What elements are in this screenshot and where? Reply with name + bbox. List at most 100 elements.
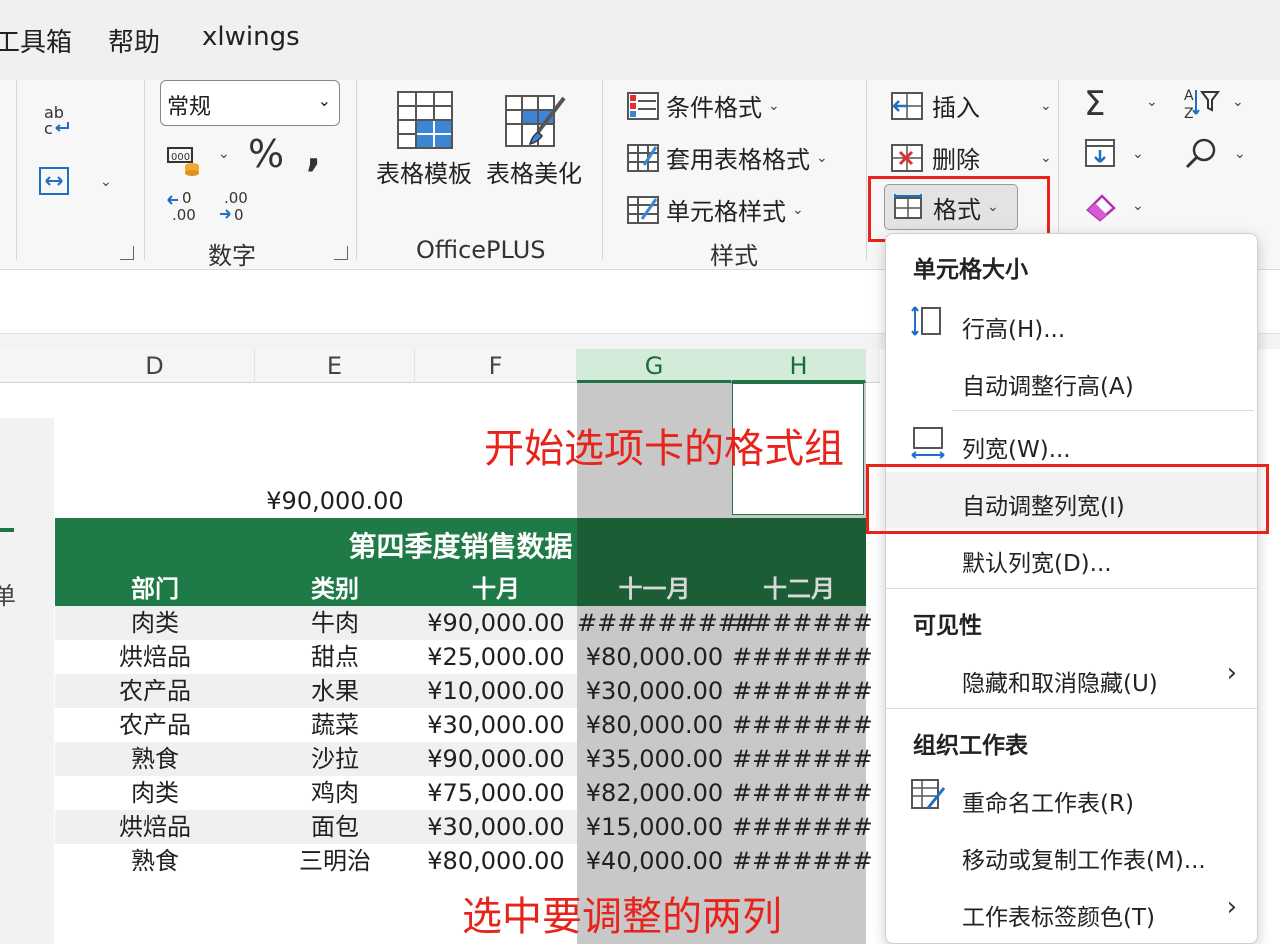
sort-filter-icon[interactable]: AZ bbox=[1182, 86, 1222, 124]
insert-button[interactable]: 插入 ⌄ bbox=[890, 88, 1052, 123]
chevron-down-icon[interactable]: ⌄ bbox=[1234, 146, 1246, 162]
cell-oct[interactable]: ¥30,000.00 bbox=[415, 810, 577, 844]
cell-nov[interactable]: ######### bbox=[577, 606, 758, 640]
cell-category[interactable]: 甜点 bbox=[255, 640, 415, 674]
cell-dec[interactable]: ####### bbox=[732, 776, 873, 810]
chevron-down-icon[interactable]: ⌄ bbox=[1146, 94, 1158, 110]
percent-icon[interactable]: % bbox=[248, 132, 284, 176]
clear-icon[interactable] bbox=[1084, 190, 1118, 226]
column-header-f[interactable]: F bbox=[415, 349, 577, 383]
cell-category[interactable]: 蔬菜 bbox=[255, 708, 415, 742]
group-label-styles: 样式 bbox=[710, 242, 758, 270]
sheet-title[interactable]: 第四季度销售数据 bbox=[55, 530, 866, 564]
cell-oct[interactable]: ¥90,000.00 bbox=[415, 606, 577, 640]
cell-dec[interactable]: ####### bbox=[732, 674, 873, 708]
chevron-down-icon[interactable]: ⌄ bbox=[1132, 198, 1144, 214]
cell-nov[interactable]: ¥82,000.00 bbox=[577, 776, 732, 810]
menu-item-tab-color[interactable]: 工作表标签颜色(T) bbox=[962, 898, 1155, 932]
cell-nov[interactable]: ¥80,000.00 bbox=[577, 640, 732, 674]
header-dept[interactable]: 部门 bbox=[55, 572, 255, 606]
menu-xlwings[interactable]: xlwings bbox=[202, 22, 300, 52]
menu-toolbox[interactable]: 工具箱 bbox=[0, 22, 72, 59]
menu-item-column-width[interactable]: 列宽(W)... bbox=[962, 430, 1071, 464]
merge-center-icon[interactable] bbox=[38, 166, 72, 200]
row-height-icon bbox=[910, 304, 944, 342]
cell-nov[interactable]: ¥40,000.00 bbox=[577, 844, 732, 878]
cell-oct[interactable]: ¥80,000.00 bbox=[415, 844, 577, 878]
cell-oct[interactable]: ¥30,000.00 bbox=[415, 708, 577, 742]
cell-dec[interactable]: ####### bbox=[732, 708, 873, 742]
header-nov[interactable]: 十一月 bbox=[577, 572, 732, 606]
header-oct[interactable]: 十月 bbox=[415, 572, 577, 606]
conditional-format-button[interactable]: 条件格式 ⌄ bbox=[626, 88, 780, 123]
dialog-launcher-icon[interactable] bbox=[120, 246, 134, 260]
column-header-h[interactable]: H bbox=[732, 349, 866, 383]
cell-dept[interactable]: 农产品 bbox=[55, 708, 255, 742]
column-header-g[interactable]: G bbox=[577, 349, 732, 383]
cell-dept[interactable]: 烘焙品 bbox=[55, 640, 255, 674]
delete-button[interactable]: 删除 ⌄ bbox=[890, 140, 1052, 175]
menu-help[interactable]: 帮助 bbox=[108, 22, 160, 59]
column-header-d[interactable]: D bbox=[55, 349, 255, 383]
cell-category[interactable]: 牛肉 bbox=[255, 606, 415, 640]
cell-category[interactable]: 水果 bbox=[255, 674, 415, 708]
comma-style-icon[interactable]: , bbox=[306, 130, 321, 176]
fill-icon[interactable] bbox=[1084, 138, 1118, 174]
cell-styles-button[interactable]: 单元格样式 ⌄ bbox=[626, 192, 804, 227]
cell-oct[interactable]: ¥75,000.00 bbox=[415, 776, 577, 810]
decrease-decimal-icon[interactable]: .00 0 bbox=[216, 188, 256, 228]
header-category[interactable]: 类别 bbox=[255, 572, 415, 606]
cell-nov[interactable]: ¥35,000.00 bbox=[577, 742, 732, 776]
cell-category[interactable]: 鸡肉 bbox=[255, 776, 415, 810]
cell-dept[interactable]: 熟食 bbox=[55, 742, 255, 776]
menu-item-rename-sheet[interactable]: 重命名工作表(R) bbox=[962, 784, 1134, 818]
cell-dec[interactable]: ####### bbox=[732, 742, 873, 776]
chevron-down-icon[interactable]: ⌄ bbox=[1132, 146, 1144, 162]
table-beautify-label[interactable]: 表格美化 bbox=[486, 154, 582, 189]
cell-nov[interactable]: ¥15,000.00 bbox=[577, 810, 732, 844]
rename-sheet-icon bbox=[910, 778, 946, 818]
chevron-down-icon[interactable]: ⌄ bbox=[100, 174, 112, 190]
menu-item-row-height[interactable]: 行高(H)... bbox=[962, 310, 1065, 344]
cell-dec[interactable]: ####### bbox=[732, 640, 873, 674]
column-header-bar: D E F G H bbox=[0, 349, 880, 383]
autosum-icon[interactable]: Σ bbox=[1084, 84, 1105, 124]
menu-item-default-width[interactable]: 默认列宽(D)... bbox=[962, 544, 1112, 578]
cell-dept[interactable]: 肉类 bbox=[55, 606, 255, 640]
cell-category[interactable]: 三明治 bbox=[255, 844, 415, 878]
header-dec[interactable]: 十二月 bbox=[732, 572, 866, 606]
cell-dept[interactable]: 烘焙品 bbox=[55, 810, 255, 844]
cell-dept[interactable]: 农产品 bbox=[55, 674, 255, 708]
cell-dept[interactable]: 肉类 bbox=[55, 776, 255, 810]
table-template-icon[interactable] bbox=[396, 90, 454, 154]
cell-nov[interactable]: ¥30,000.00 bbox=[577, 674, 732, 708]
wrap-text-icon[interactable]: ab c bbox=[42, 102, 76, 142]
cell-category[interactable]: 沙拉 bbox=[255, 742, 415, 776]
svg-text:Z: Z bbox=[1184, 106, 1194, 120]
number-format-combo[interactable]: 常规 ⌄ bbox=[160, 80, 340, 126]
format-as-table-button[interactable]: 套用表格格式 ⌄ bbox=[626, 140, 828, 175]
cell-dept[interactable]: 熟食 bbox=[55, 844, 255, 878]
cell-nov[interactable]: ¥80,000.00 bbox=[577, 708, 732, 742]
cell-dec[interactable]: ####### bbox=[732, 844, 873, 878]
cell-oct[interactable]: ¥25,000.00 bbox=[415, 640, 577, 674]
cell-category[interactable]: 面包 bbox=[255, 810, 415, 844]
chevron-down-icon[interactable]: ⌄ bbox=[218, 146, 230, 162]
increase-decimal-icon[interactable]: 0.00 bbox=[164, 188, 204, 228]
menu-item-move-copy[interactable]: 移动或复制工作表(M)... bbox=[962, 841, 1206, 875]
insert-cells-icon bbox=[891, 91, 923, 120]
find-select-icon[interactable] bbox=[1184, 136, 1220, 176]
cell-dec[interactable]: ####### bbox=[732, 606, 873, 640]
chevron-down-icon[interactable]: ⌄ bbox=[1232, 94, 1244, 110]
cell-oct[interactable]: ¥90,000.00 bbox=[415, 742, 577, 776]
column-header-e[interactable]: E bbox=[255, 349, 415, 383]
cell-oct[interactable]: ¥10,000.00 bbox=[415, 674, 577, 708]
table-beautify-icon[interactable] bbox=[504, 92, 568, 156]
dialog-launcher-icon[interactable] bbox=[334, 246, 348, 260]
accounting-format-icon[interactable]: 000 bbox=[166, 142, 206, 180]
menu-item-hide-unhide[interactable]: 隐藏和取消隐藏(U) bbox=[962, 664, 1158, 698]
table-template-label[interactable]: 表格模板 bbox=[376, 154, 472, 189]
cell-dec[interactable]: ####### bbox=[732, 810, 873, 844]
total-value[interactable]: ¥90,000.00 bbox=[255, 484, 415, 518]
menu-item-autofit-row[interactable]: 自动调整行高(A) bbox=[962, 367, 1134, 401]
